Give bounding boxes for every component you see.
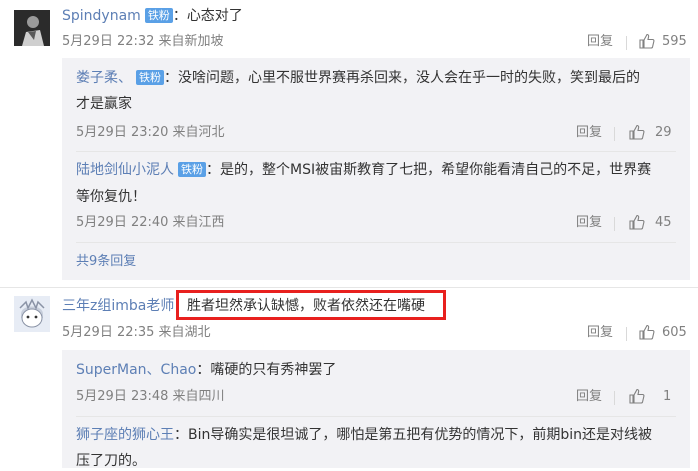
- reply-text-line2: 等你复仇！: [76, 189, 146, 205]
- comment-meta: 5月29日 22:32 来自新加坡: [62, 34, 224, 49]
- divider: [614, 217, 615, 231]
- reply-text: 嘴硬的只有秀神罢了: [210, 362, 337, 378]
- reply-divider: [76, 151, 676, 152]
- comment-meta: 5月29日 22:35 来自湖北: [62, 325, 211, 340]
- colon: ：: [196, 362, 211, 378]
- thumbs-up-icon: [629, 124, 645, 140]
- like-button[interactable]: [639, 33, 655, 49]
- colon: ：: [172, 8, 187, 24]
- like-count: 595: [662, 34, 687, 49]
- reply-text: 没啥问题，心里不服世界赛再杀回来，没人会在乎一时的失败，笑到最后的: [178, 70, 640, 86]
- comment-username[interactable]: 三年z组imba老师：: [62, 296, 188, 316]
- reply-divider: [76, 242, 676, 243]
- username-text[interactable]: 三年z组imba老师: [62, 298, 174, 314]
- reply-username[interactable]: 娄子柔、: [76, 70, 132, 86]
- reply-meta: 5月29日 23:20 来自河北: [76, 125, 225, 140]
- divider: [614, 127, 615, 141]
- reply-item: 狮子座的狮心王：Bin导确实是很坦诚了，哪怕是第五把有优势的情况下，前期bin还…: [76, 425, 686, 445]
- like-count: 605: [662, 325, 687, 340]
- thumbs-up-icon: [639, 324, 655, 340]
- reply-button[interactable]: 回复: [587, 323, 613, 343]
- reply-button[interactable]: 回复: [576, 387, 602, 407]
- reply-username[interactable]: 陆地剑仙小泥人: [76, 162, 174, 178]
- avatar-spindynam[interactable]: [14, 10, 50, 46]
- reply-username[interactable]: SuperMan、Chao: [76, 362, 196, 378]
- divider: [626, 36, 627, 50]
- reply-text: 是的，整个MSI被宙斯教育了七把，希望你能看清自己的不足，世界赛: [220, 162, 652, 178]
- fan-badge: 铁粉: [144, 8, 173, 23]
- comment-text: 胜者坦然承认缺憾，败者依然还在嘴硬: [187, 298, 425, 314]
- comment-divider: [0, 287, 698, 288]
- comment-username[interactable]: Spindynam 铁粉 ：心态对了: [62, 6, 243, 26]
- reply-divider: [76, 416, 676, 417]
- reply-button[interactable]: 回复: [576, 123, 602, 143]
- avatar-photo: [14, 10, 50, 46]
- reply-meta: 5月29日 22:40 来自江西: [76, 215, 225, 230]
- like-button[interactable]: [629, 388, 645, 404]
- reply-item: SuperMan、Chao：嘴硬的只有秀神罢了: [76, 360, 676, 380]
- thumbs-up-icon: [639, 33, 655, 49]
- reply-text: Bin导确实是很坦诚了，哪怕是第五把有优势的情况下，前期bin还是对线被: [188, 427, 653, 443]
- username-text[interactable]: Spindynam: [62, 8, 141, 24]
- like-count: 1: [663, 389, 672, 404]
- more-replies-link[interactable]: 共9条回复: [76, 252, 136, 272]
- thumbs-up-icon: [629, 388, 645, 404]
- like-count: 45: [655, 215, 672, 230]
- avatar-cartoon: [14, 296, 50, 332]
- like-count: 29: [655, 125, 672, 140]
- like-button[interactable]: [639, 324, 655, 340]
- reply-button[interactable]: 回复: [576, 213, 602, 233]
- thumbs-up-icon: [629, 214, 645, 230]
- reply-username[interactable]: 狮子座的狮心王: [76, 427, 174, 443]
- reply-text-line2: 才是赢家: [76, 96, 132, 112]
- reply-item: 娄子柔、 铁粉 ：没啥问题，心里不服世界赛再杀回来，没人会在乎一时的失败，笑到最后的: [76, 68, 676, 88]
- reply-button[interactable]: 回复: [587, 32, 613, 52]
- like-button[interactable]: [629, 214, 645, 230]
- fan-badge: 铁粉: [178, 162, 206, 177]
- avatar-imba-teacher[interactable]: [14, 296, 50, 332]
- reply-meta: 5月29日 23:48 来自四川: [76, 389, 225, 404]
- colon: ：: [206, 162, 220, 178]
- colon: ：: [174, 427, 188, 443]
- colon: ：: [164, 70, 178, 86]
- fan-badge: 铁粉: [136, 70, 164, 85]
- like-button[interactable]: [629, 124, 645, 140]
- divider: [626, 327, 627, 341]
- comment-text: 心态对了: [186, 8, 243, 24]
- reply-item: 陆地剑仙小泥人 铁粉 ：是的，整个MSI被宙斯教育了七把，希望你能看清自己的不足，世…: [76, 160, 676, 180]
- reply-text-line2: 压了刀的。: [76, 453, 146, 469]
- divider: [614, 391, 615, 405]
